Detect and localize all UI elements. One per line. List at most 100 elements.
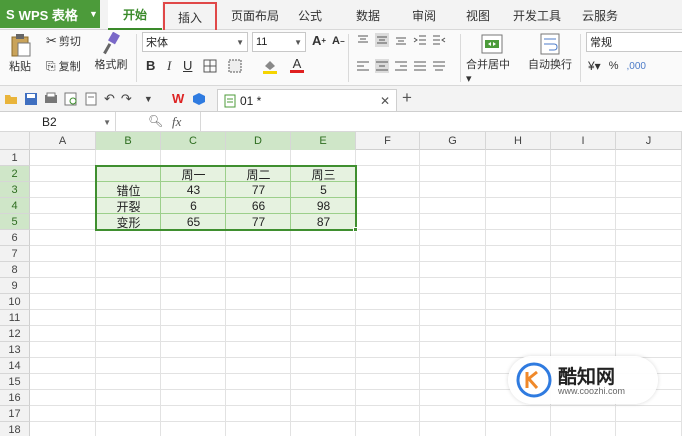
font-name-select[interactable]: 宋体 ▼ <box>142 32 248 52</box>
row-header-18[interactable]: 18 <box>0 422 30 436</box>
font-size-select[interactable]: 11 ▼ <box>252 32 306 52</box>
bold-button[interactable]: B <box>146 58 155 73</box>
align-center-icon[interactable] <box>375 59 389 73</box>
currency-icon[interactable]: ¥▾ <box>588 59 601 73</box>
font-color-button[interactable]: A <box>290 57 304 73</box>
function-icon[interactable]: fx <box>172 114 181 130</box>
fill-pattern-button[interactable] <box>228 59 242 73</box>
decrease-font-button[interactable]: A − <box>332 35 345 47</box>
format-painter-button[interactable]: 格式刷 <box>92 32 130 72</box>
column-header-e[interactable]: E <box>291 132 356 150</box>
gridline-horizontal <box>30 405 682 406</box>
column-header-c[interactable]: C <box>161 132 226 150</box>
gridline-horizontal <box>30 421 682 422</box>
row-header-6[interactable]: 6 <box>0 230 30 246</box>
app-shortcuts: W <box>172 91 206 106</box>
new-tab-button[interactable]: + <box>402 88 412 108</box>
underline-button[interactable]: U <box>183 58 192 73</box>
align-middle-icon[interactable] <box>375 33 389 47</box>
justify-icon[interactable] <box>413 59 427 73</box>
column-header-g[interactable]: G <box>420 132 486 150</box>
thousands-icon[interactable]: ,000 <box>626 61 645 72</box>
column-header-a[interactable]: A <box>30 132 96 150</box>
merge-cells-icon <box>481 34 503 54</box>
paste-button[interactable]: 粘贴 <box>6 32 34 74</box>
open-folder-icon[interactable] <box>4 92 18 106</box>
row-header-12[interactable]: 12 <box>0 326 30 342</box>
coozhi-logo-icon <box>516 362 552 398</box>
tab-developer[interactable]: 开发工具 <box>508 0 566 30</box>
distributed-icon[interactable] <box>432 59 446 73</box>
tab-formula[interactable]: 公式 <box>290 0 330 30</box>
column-header-j[interactable]: J <box>616 132 682 150</box>
tab-view[interactable]: 视图 <box>458 0 498 30</box>
row-header-11[interactable]: 11 <box>0 310 30 326</box>
name-box[interactable]: B2 ▼ <box>0 112 116 132</box>
number-format-select[interactable]: 常规 <box>586 32 682 52</box>
chevron-down-icon: ▼ <box>236 37 244 47</box>
row-header-15[interactable]: 15 <box>0 374 30 390</box>
align-top-icon[interactable] <box>356 33 370 47</box>
merge-center-button[interactable]: 合并居中 ▾ <box>466 32 518 85</box>
column-header-f[interactable]: F <box>356 132 420 150</box>
document-tab[interactable]: 01 * ✕ <box>217 89 397 111</box>
tab-cloud[interactable]: 云服务 <box>576 0 624 30</box>
paint-bucket-icon <box>263 61 277 74</box>
row-header-9[interactable]: 9 <box>0 278 30 294</box>
indent-right-icon[interactable] <box>432 33 446 47</box>
row-header-3[interactable]: 3 <box>0 182 30 198</box>
row-header-8[interactable]: 8 <box>0 262 30 278</box>
tab-insert[interactable]: 插入 <box>163 2 217 32</box>
row-header-1[interactable]: 1 <box>0 150 30 166</box>
row-header-10[interactable]: 10 <box>0 294 30 310</box>
column-header-i[interactable]: I <box>551 132 616 150</box>
format-painter-label: 格式刷 <box>94 59 128 71</box>
tab-page-layout[interactable]: 页面布局 <box>226 0 284 30</box>
row-header-2[interactable]: 2 <box>0 166 30 182</box>
row-header-14[interactable]: 14 <box>0 358 30 374</box>
row-header-4[interactable]: 4 <box>0 198 30 214</box>
align-right-icon[interactable] <box>394 59 408 73</box>
select-all-corner[interactable] <box>0 132 30 150</box>
column-header-b[interactable]: B <box>96 132 161 150</box>
close-icon[interactable]: ✕ <box>380 94 390 108</box>
zoom-icon[interactable]: 🔍︎ <box>148 114 163 128</box>
undo-icon[interactable]: ↶ <box>104 91 115 107</box>
row-header-13[interactable]: 13 <box>0 342 30 358</box>
cloud-doc-icon[interactable] <box>192 92 206 106</box>
fill-color-button[interactable] <box>262 58 278 74</box>
border-button[interactable] <box>203 59 217 73</box>
increase-font-button[interactable]: A + <box>312 33 326 48</box>
align-bottom-icon[interactable] <box>394 33 408 47</box>
grid-fill-icon <box>228 59 242 73</box>
indent-left-icon[interactable] <box>413 33 427 47</box>
export-pdf-icon[interactable] <box>84 92 98 106</box>
italic-button[interactable]: I <box>167 58 171 74</box>
print-preview-icon[interactable] <box>44 92 58 106</box>
scissors-icon: ✂ <box>46 33 57 48</box>
align-left-icon[interactable] <box>356 59 370 73</box>
font-size-value: 11 <box>256 36 268 48</box>
row-header-7[interactable]: 7 <box>0 246 30 262</box>
tab-review[interactable]: 审阅 <box>404 0 444 30</box>
fill-handle[interactable] <box>353 227 358 232</box>
customize-icon[interactable]: ▼ <box>144 94 153 104</box>
formula-input[interactable] <box>200 112 682 132</box>
print-icon[interactable] <box>64 92 78 106</box>
wps-office-icon[interactable]: W <box>172 91 184 106</box>
wrap-text-button[interactable]: 自动换行 <box>526 32 574 72</box>
row-header-16[interactable]: 16 <box>0 390 30 406</box>
column-header-d[interactable]: D <box>226 132 291 150</box>
cut-button[interactable]: ✂ 剪切 <box>46 33 81 49</box>
save-icon[interactable] <box>24 92 38 106</box>
redo-icon[interactable]: ↷ <box>121 91 132 107</box>
copy-button[interactable]: ⎘ 复制 <box>46 58 81 74</box>
percent-button[interactable]: % <box>609 60 619 72</box>
column-header-h[interactable]: H <box>486 132 551 150</box>
chevron-down-icon: ▼ <box>294 37 302 47</box>
tab-home[interactable]: 开始 <box>108 0 162 30</box>
row-header-5[interactable]: 5 <box>0 214 30 230</box>
app-menu-button[interactable]: S WPS 表格 ▼ <box>0 0 100 28</box>
tab-data[interactable]: 数据 <box>348 0 388 30</box>
row-header-17[interactable]: 17 <box>0 406 30 422</box>
